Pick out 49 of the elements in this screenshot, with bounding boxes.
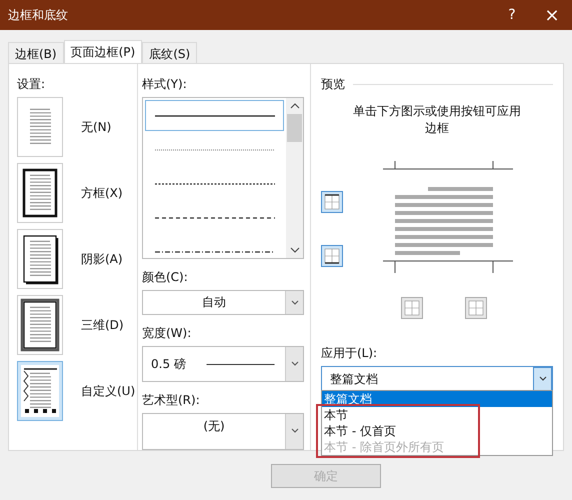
setting-label: 阴影(A) bbox=[81, 250, 123, 268]
line-sample-icon bbox=[154, 250, 274, 254]
page-border-icon[interactable] bbox=[17, 295, 63, 355]
art-dropdown[interactable]: (无) bbox=[142, 412, 304, 450]
scroll-up-icon[interactable] bbox=[290, 102, 300, 110]
line-sample-icon bbox=[154, 182, 274, 186]
tab[interactable]: 边框(B) bbox=[8, 42, 64, 63]
border-toggle-icon[interactable] bbox=[465, 297, 487, 319]
preview-label: 预览 bbox=[321, 76, 345, 93]
art-label: 艺术型(R): bbox=[142, 392, 201, 409]
chevron-down-icon bbox=[290, 428, 300, 434]
line-style-option[interactable] bbox=[145, 100, 284, 131]
line-sample-icon bbox=[154, 148, 274, 152]
window-title: 边框和底纹 bbox=[8, 6, 69, 24]
width-dropdown[interactable]: 0.5 磅 bbox=[142, 346, 304, 382]
style-label: 样式(Y): bbox=[142, 76, 188, 93]
apply-to-label: 应用于(L): bbox=[321, 345, 378, 362]
scroll-down-icon[interactable] bbox=[290, 246, 300, 254]
page-border-icon[interactable] bbox=[17, 163, 63, 223]
width-label: 宽度(W): bbox=[142, 325, 192, 342]
color-dropdown[interactable]: 自动 bbox=[142, 290, 304, 316]
page-border-icon[interactable] bbox=[17, 229, 63, 289]
dropdown-option[interactable]: 本节 - 仅首页 bbox=[322, 423, 552, 439]
page-preview-drawing[interactable] bbox=[383, 161, 513, 273]
chevron-down-icon bbox=[538, 376, 548, 382]
border-toggle-icon[interactable] bbox=[321, 245, 343, 267]
page-border-icon[interactable] bbox=[17, 361, 63, 421]
border-toggle-icon[interactable] bbox=[321, 191, 343, 213]
border-toggle-icon[interactable] bbox=[401, 297, 423, 319]
dropdown-option[interactable]: 本节 bbox=[322, 407, 552, 423]
close-button[interactable]: × bbox=[532, 4, 572, 26]
color-label: 颜色(C): bbox=[142, 269, 189, 286]
help-button[interactable]: ? bbox=[492, 7, 532, 23]
setting-label: 自定义(U) bbox=[81, 382, 136, 400]
chevron-down-icon bbox=[290, 361, 300, 368]
scroll-thumb[interactable] bbox=[287, 114, 302, 142]
tab[interactable]: 底纹(S) bbox=[142, 42, 198, 63]
instruction-text: 单击下方图示或使用按钮可应用边框 bbox=[352, 103, 522, 137]
line-sample-icon bbox=[154, 216, 274, 220]
dropdown-option[interactable]: 整篇文档 bbox=[322, 391, 552, 407]
settings-label: 设置: bbox=[17, 76, 46, 93]
chevron-down-icon bbox=[290, 300, 300, 306]
setting-label: 方框(X) bbox=[81, 184, 123, 202]
setting-label: 三维(D) bbox=[81, 316, 124, 334]
tab[interactable]: 页面边框(P) bbox=[64, 40, 142, 63]
scrollbar[interactable] bbox=[286, 98, 303, 258]
line-sample-icon bbox=[154, 114, 274, 118]
apply-to-dropdown[interactable]: 整篇文档 bbox=[321, 366, 553, 392]
setting-label: 无(N) bbox=[81, 118, 112, 136]
